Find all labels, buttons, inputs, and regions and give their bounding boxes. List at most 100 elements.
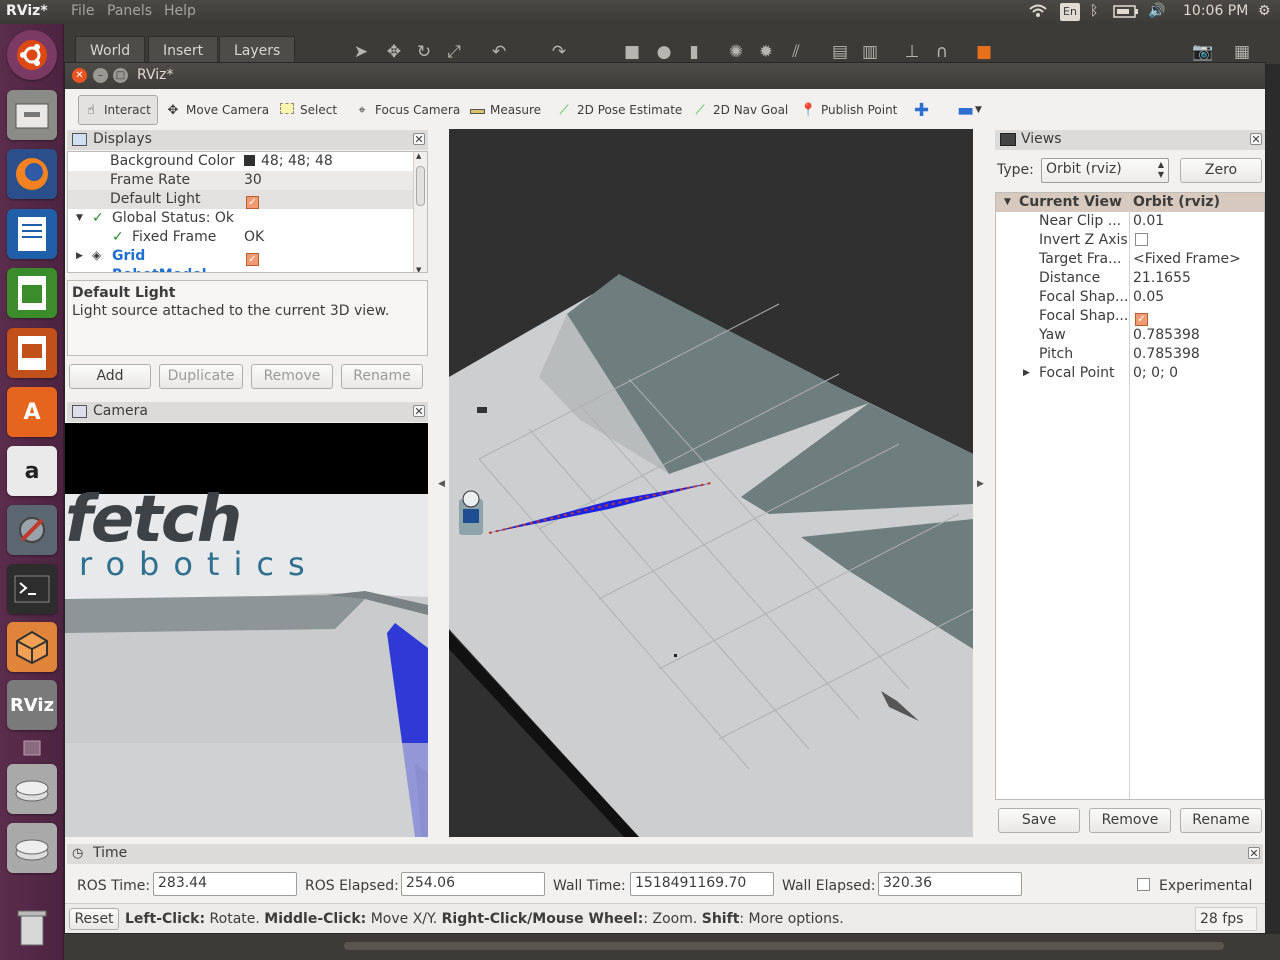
close-panel-icon[interactable]: ✕ xyxy=(1250,133,1262,146)
add-tool-plus-icon[interactable]: ✚ xyxy=(910,95,933,125)
drive-icon[interactable] xyxy=(7,764,57,814)
rename-view-button[interactable]: Rename xyxy=(1180,808,1262,833)
battery-icon[interactable] xyxy=(1113,3,1139,23)
wall-time-field[interactable]: 1518491169.70 xyxy=(630,872,774,896)
clock[interactable]: 10:06 PM xyxy=(1183,3,1248,19)
align-icon[interactable]: ⊥ xyxy=(902,42,922,62)
ros-time-field[interactable]: 283.44 xyxy=(153,872,297,896)
keyboard-layout-indicator[interactable]: En xyxy=(1060,3,1080,21)
snap-icon[interactable]: ∩ xyxy=(932,42,952,62)
sphere-shape-icon[interactable]: ● xyxy=(654,42,674,62)
vertical-scrollbar[interactable]: ▲ ▼ xyxy=(413,152,427,272)
gazebo-icon[interactable] xyxy=(7,622,57,672)
tool-measure[interactable]: Measure xyxy=(465,95,545,125)
close-window-button[interactable]: ✕ xyxy=(72,68,87,83)
trash-icon[interactable] xyxy=(7,902,57,952)
paste-icon[interactable]: ▥ xyxy=(860,42,880,62)
title-bar[interactable]: ✕ – □ RViz* xyxy=(65,63,1265,89)
volume-icon[interactable]: 🔊 xyxy=(1148,3,1165,19)
chevron-down-icon[interactable]: ▼ xyxy=(971,95,986,125)
copy-icon[interactable]: ▤ xyxy=(830,42,850,62)
view-type-select[interactable]: Orbit (rviz) ▲ ▼ xyxy=(1041,158,1169,183)
ros-elapsed-field[interactable]: 254.06 xyxy=(401,872,545,896)
software-center-icon[interactable]: A xyxy=(7,387,57,437)
close-panel-icon[interactable]: ✕ xyxy=(413,405,425,418)
orange-box-icon[interactable]: ■ xyxy=(974,42,994,62)
libreoffice-impress-icon[interactable] xyxy=(7,328,57,378)
bluetooth-icon[interactable]: ᛒ xyxy=(1090,3,1098,19)
files-icon[interactable] xyxy=(7,90,57,140)
tab-insert[interactable]: Insert xyxy=(148,36,219,64)
current-view-header[interactable]: ▼ Current View Orbit (rviz) xyxy=(996,193,1264,212)
invert-z-checkbox[interactable] xyxy=(1135,233,1148,246)
workspace-switcher-icon[interactable] xyxy=(7,738,57,758)
collapse-right-arrow-icon[interactable]: ▶ xyxy=(977,479,984,489)
drive-icon-2[interactable] xyxy=(7,823,57,873)
cylinder-shape-icon[interactable]: ▮ xyxy=(684,42,704,62)
log-icon[interactable]: ▦ xyxy=(1232,42,1252,62)
menu-file[interactable]: File xyxy=(71,3,94,19)
display-row-background-color[interactable]: Background Color 48; 48; 48 xyxy=(68,152,413,171)
grid-checkbox[interactable]: ✓ xyxy=(246,253,259,266)
display-row-robot-model[interactable]: RobotModel ✓ xyxy=(68,266,413,273)
remove-view-button[interactable]: Remove xyxy=(1089,808,1171,833)
point-light-icon[interactable]: ✺ xyxy=(726,42,746,62)
undo-icon[interactable]: ↶ xyxy=(489,42,509,62)
3d-render-viewport[interactable] xyxy=(449,129,973,837)
terminal-icon[interactable] xyxy=(7,564,57,614)
rotate-mode-icon[interactable]: ↻ xyxy=(414,42,434,62)
display-row-global-status[interactable]: ▼ ✓ Global Status: Ok xyxy=(68,209,413,228)
libreoffice-writer-icon[interactable] xyxy=(7,209,57,259)
tool-2d-pose-estimate[interactable]: ⟋ 2D Pose Estimate xyxy=(552,95,686,125)
zero-view-button[interactable]: Zero xyxy=(1180,158,1262,183)
tool-select[interactable]: Select xyxy=(275,95,341,125)
wall-elapsed-field[interactable]: 320.36 xyxy=(878,872,1022,896)
horizontal-scrollbar[interactable] xyxy=(344,942,1224,950)
robot-model-checkbox[interactable]: ✓ xyxy=(246,272,259,273)
view-prop-invert-z[interactable]: Invert Z Axis xyxy=(996,231,1264,250)
display-row-grid[interactable]: ▶ ◈ Grid ✓ xyxy=(68,247,413,266)
expand-arrow-icon[interactable]: ▶ xyxy=(76,251,83,261)
tab-world[interactable]: World xyxy=(75,36,146,64)
redo-icon[interactable]: ↷ xyxy=(549,42,569,62)
system-settings-icon[interactable] xyxy=(7,505,57,555)
view-prop-target-frame[interactable]: Target Fra... <Fixed Frame> xyxy=(996,250,1264,269)
focal-shape-checkbox[interactable]: ✓ xyxy=(1135,313,1148,326)
tool-focus-camera[interactable]: ⌖ Focus Camera xyxy=(350,95,464,125)
view-prop-distance[interactable]: Distance 21.1655 xyxy=(996,269,1264,288)
default-light-checkbox[interactable]: ✓ xyxy=(246,196,259,209)
reset-button[interactable]: Reset xyxy=(69,908,119,930)
remove-display-button[interactable]: Remove xyxy=(251,364,333,389)
libreoffice-calc-icon[interactable] xyxy=(7,268,57,318)
display-row-default-light[interactable]: Default Light ✓ xyxy=(68,190,413,209)
wifi-icon[interactable] xyxy=(1028,3,1048,23)
translate-mode-icon[interactable]: ✥ xyxy=(384,42,404,62)
duplicate-display-button[interactable]: Duplicate xyxy=(159,364,243,389)
expand-arrow-icon[interactable]: ▼ xyxy=(76,213,83,223)
amazon-icon[interactable]: a xyxy=(7,446,57,496)
display-row-frame-rate[interactable]: Frame Rate 30 xyxy=(68,171,413,190)
display-row-fixed-frame[interactable]: ✓ Fixed Frame OK xyxy=(68,228,413,247)
select-mode-icon[interactable]: ➤ xyxy=(351,42,371,62)
screenshot-icon[interactable]: 📷 xyxy=(1192,42,1213,62)
tool-publish-point[interactable]: 📍 Publish Point xyxy=(796,95,901,125)
firefox-icon[interactable] xyxy=(7,149,57,199)
menu-panels[interactable]: Panels xyxy=(107,3,152,19)
view-prop-near-clip[interactable]: Near Clip ... 0.01 xyxy=(996,212,1264,231)
save-view-button[interactable]: Save xyxy=(998,808,1080,833)
experimental-checkbox[interactable] xyxy=(1137,878,1150,891)
ubuntu-dash-icon[interactable] xyxy=(7,30,57,80)
minimize-window-button[interactable]: – xyxy=(93,68,108,83)
close-panel-icon[interactable]: ✕ xyxy=(413,133,425,146)
box-shape-icon[interactable]: ■ xyxy=(622,42,642,62)
spot-light-icon[interactable]: ✹ xyxy=(756,42,776,62)
expand-arrow-icon[interactable]: ▼ xyxy=(1004,197,1011,207)
tool-move-camera[interactable]: ✥ Move Camera xyxy=(161,95,273,125)
expand-arrow-icon[interactable]: ▶ xyxy=(1023,368,1030,378)
rename-display-button[interactable]: Rename xyxy=(341,364,423,389)
tool-interact[interactable]: ☝ Interact xyxy=(78,95,158,125)
close-panel-icon[interactable]: ✕ xyxy=(1248,847,1260,860)
view-prop-pitch[interactable]: Pitch 0.785398 xyxy=(996,345,1264,364)
add-display-button[interactable]: Add xyxy=(69,364,151,389)
view-prop-focal-shape-size[interactable]: Focal Shap... 0.05 xyxy=(996,288,1264,307)
